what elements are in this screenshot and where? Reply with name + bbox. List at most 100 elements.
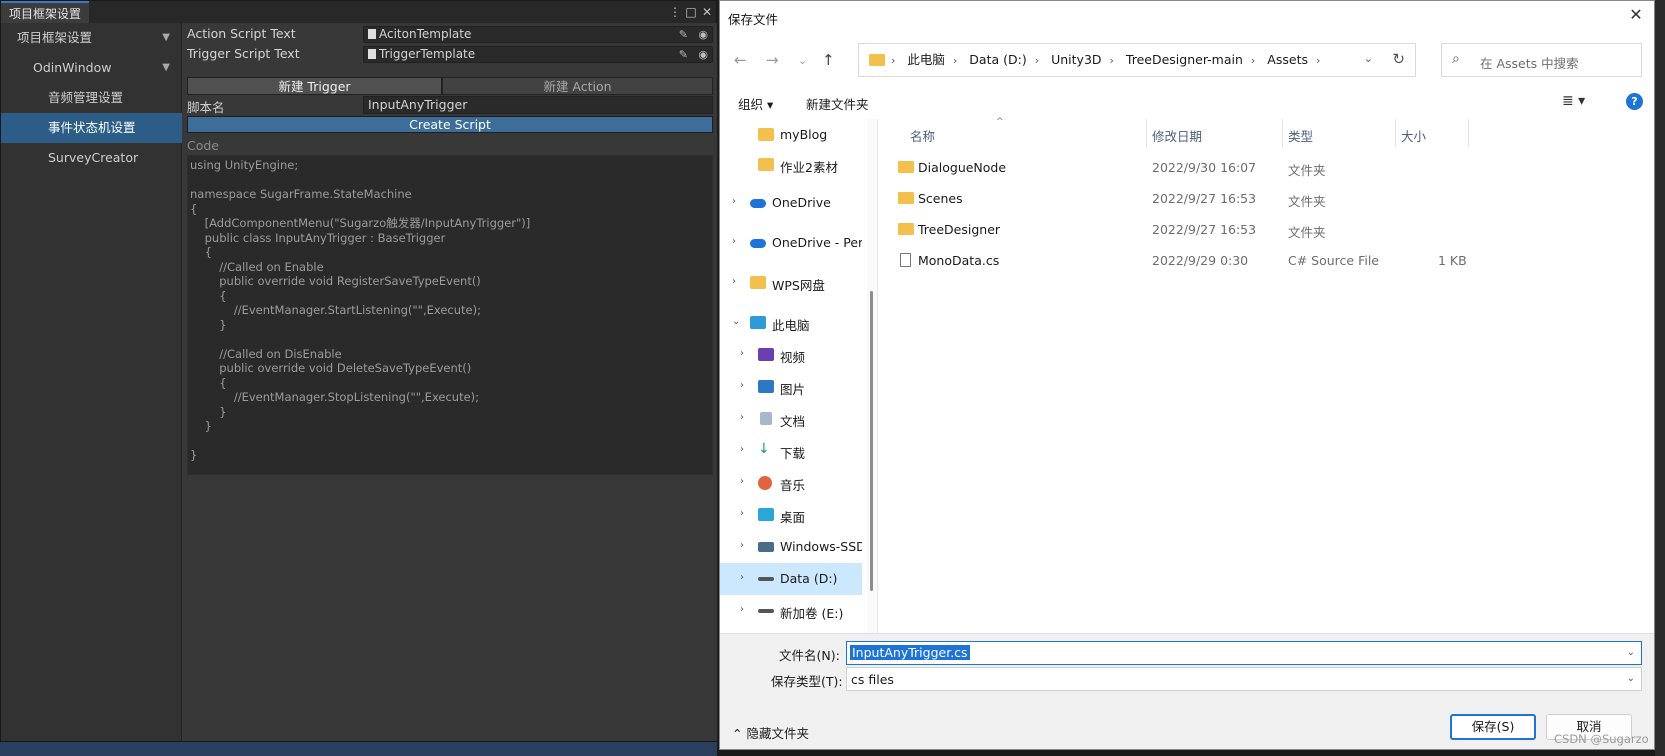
- text-asset-icon: [368, 49, 376, 59]
- tree-item[interactable]: › 文档: [720, 403, 862, 435]
- new-folder-button[interactable]: 新建文件夹: [806, 94, 869, 113]
- dialog-toolbar: 组织 ▾ 新建文件夹 ≣ ▾ ?: [720, 89, 1654, 117]
- tree-item-label: 视频: [780, 350, 806, 365]
- table-row[interactable]: Scenes 2022/9/27 16:53 文件夹: [878, 183, 1654, 214]
- tree-item[interactable]: › 图片: [720, 371, 862, 403]
- chevron-down-icon[interactable]: ⌄: [1364, 52, 1373, 65]
- breadcrumb-item[interactable]: TreeDesigner-main: [1126, 52, 1243, 67]
- table-row[interactable]: MonoData.cs 2022/9/29 0:30 C# Source Fil…: [878, 245, 1654, 276]
- tree-scrollbar[interactable]: [867, 119, 877, 633]
- column-header-size[interactable]: 大小: [1401, 126, 1426, 145]
- close-icon[interactable]: ✕: [699, 4, 715, 20]
- help-icon[interactable]: ?: [1626, 93, 1643, 110]
- list-header: ^ 名称 修改日期 类型 大小: [878, 117, 1654, 147]
- column-header-type[interactable]: 类型: [1288, 126, 1313, 145]
- sidebar-item-odinwindow[interactable]: OdinWindow ▼: [1, 53, 182, 83]
- dropdown-arrow-icon[interactable]: ▼: [162, 53, 170, 83]
- tree-item[interactable]: › Data (D:): [720, 563, 862, 595]
- expand-chevron-icon[interactable]: ›: [740, 348, 744, 359]
- more-options-icon[interactable]: ⋮: [667, 4, 683, 20]
- tree-item[interactable]: › OneDrive - Pers: [720, 227, 862, 259]
- expand-chevron-icon[interactable]: ›: [740, 412, 744, 423]
- object-picker-icon[interactable]: ◉: [698, 47, 708, 62]
- tab-new-trigger[interactable]: 新建 Trigger: [187, 77, 442, 95]
- dropdown-arrow-icon[interactable]: ▼: [162, 23, 170, 53]
- search-input[interactable]: ⌕ 在 Assets 中搜索: [1441, 43, 1642, 77]
- tree-item[interactable]: › 新加卷 (E:): [720, 595, 862, 627]
- sidebar-item-audio-settings[interactable]: 音频管理设置: [1, 83, 182, 113]
- desktop-icon: [758, 508, 774, 521]
- trigger-script-object-field[interactable]: TriggerTemplate ✎ ◉: [363, 46, 713, 63]
- file-name: DialogueNode: [918, 160, 1007, 175]
- column-divider[interactable]: [1146, 119, 1147, 147]
- tree-item[interactable]: › OneDrive: [720, 187, 862, 219]
- tree-item[interactable]: ⌄ 此电脑: [720, 307, 862, 339]
- expand-chevron-icon[interactable]: ›: [732, 276, 736, 287]
- tree-item[interactable]: › 桌面: [720, 499, 862, 531]
- column-header-name[interactable]: 名称: [910, 126, 935, 145]
- tree-item[interactable]: › WPS网盘: [720, 267, 862, 299]
- forward-arrow-icon[interactable]: →: [766, 51, 779, 69]
- table-row[interactable]: DialogueNode 2022/9/30 16:07 文件夹: [878, 152, 1654, 183]
- column-header-date[interactable]: 修改日期: [1152, 126, 1202, 145]
- script-name-input[interactable]: InputAnyTrigger: [363, 96, 713, 114]
- up-arrow-icon[interactable]: ↑: [822, 51, 835, 69]
- column-divider[interactable]: [1468, 119, 1469, 147]
- tree-item[interactable]: 作业2素材: [720, 149, 862, 181]
- tree-item[interactable]: myBlog: [720, 119, 862, 151]
- tree-item-label: 图片: [780, 382, 806, 397]
- column-divider[interactable]: [1282, 119, 1283, 147]
- expand-chevron-icon[interactable]: ›: [732, 196, 736, 207]
- close-icon[interactable]: ✕: [1626, 5, 1646, 24]
- tree-item-label: 此电脑: [772, 318, 810, 333]
- expand-chevron-icon[interactable]: ›: [740, 540, 744, 551]
- expand-chevron-icon[interactable]: ›: [740, 476, 744, 487]
- chevron-down-icon[interactable]: ⌄: [1627, 673, 1635, 684]
- edit-pencil-icon[interactable]: ✎: [679, 27, 688, 42]
- unity-window-tab[interactable]: 项目框架设置: [1, 1, 90, 23]
- sidebar-item-project-settings[interactable]: 项目框架设置 ▼: [1, 23, 182, 53]
- object-picker-icon[interactable]: ◉: [698, 27, 708, 42]
- breadcrumb-item[interactable]: Unity3D: [1051, 52, 1101, 67]
- search-icon: ⌕: [1452, 51, 1460, 67]
- save-button[interactable]: 保存(S): [1450, 714, 1536, 740]
- file-date: 2022/9/27 16:53: [1152, 191, 1257, 206]
- column-divider[interactable]: [1395, 119, 1396, 147]
- download-icon: ↓: [758, 441, 770, 457]
- sidebar-item-event-state-machine[interactable]: 事件状态机设置: [1, 113, 182, 143]
- address-bar[interactable]: › 此电脑 › Data (D:) › Unity3D › TreeDesigner-…: [858, 43, 1416, 77]
- breadcrumb-item[interactable]: Data (D:): [969, 52, 1026, 67]
- tree-item[interactable]: › ↓ 下载: [720, 435, 862, 467]
- view-options-icon[interactable]: ≣ ▾: [1562, 93, 1585, 109]
- cloud-icon: [750, 199, 766, 208]
- breadcrumb-item[interactable]: Assets: [1267, 52, 1308, 67]
- maximize-icon[interactable]: □: [683, 4, 699, 20]
- expand-chevron-icon[interactable]: ›: [740, 508, 744, 519]
- tree-item[interactable]: › 视频: [720, 339, 862, 371]
- expand-chevron-icon[interactable]: ›: [740, 380, 744, 391]
- expand-chevron-icon[interactable]: ›: [740, 444, 744, 455]
- hide-folders-toggle[interactable]: ⌃ 隐藏文件夹: [732, 723, 809, 742]
- back-arrow-icon[interactable]: ←: [734, 51, 747, 69]
- table-row[interactable]: TreeDesigner 2022/9/27 16:53 文件夹: [878, 214, 1654, 245]
- recent-locations-icon[interactable]: ⌄: [798, 54, 807, 67]
- tree-item[interactable]: › Windows-SSD: [720, 531, 862, 563]
- scrollbar-thumb[interactable]: [870, 291, 873, 591]
- code-textarea[interactable]: using UnityEngine; namespace SugarFrame.…: [187, 155, 713, 475]
- expand-chevron-icon[interactable]: ›: [740, 572, 744, 583]
- refresh-icon[interactable]: ↻: [1392, 50, 1405, 68]
- edit-pencil-icon[interactable]: ✎: [679, 47, 688, 62]
- action-script-object-field[interactable]: AcitonTemplate ✎ ◉: [363, 26, 713, 43]
- expand-chevron-icon[interactable]: ›: [740, 604, 744, 615]
- expand-chevron-icon[interactable]: ⌄: [732, 316, 740, 327]
- filename-input[interactable]: InputAnyTrigger.cs ⌄: [846, 641, 1642, 665]
- organize-button[interactable]: 组织 ▾: [738, 94, 773, 113]
- tab-new-action[interactable]: 新建 Action: [442, 77, 713, 95]
- filetype-select[interactable]: cs files ⌄: [846, 667, 1642, 691]
- breadcrumb-item[interactable]: 此电脑: [907, 52, 945, 67]
- tree-item[interactable]: › 音乐: [720, 467, 862, 499]
- sidebar-item-survey-creator[interactable]: SurveyCreator: [1, 143, 182, 173]
- chevron-down-icon[interactable]: ⌄: [1627, 647, 1635, 658]
- create-script-button[interactable]: Create Script: [187, 116, 713, 133]
- expand-chevron-icon[interactable]: ›: [732, 236, 736, 247]
